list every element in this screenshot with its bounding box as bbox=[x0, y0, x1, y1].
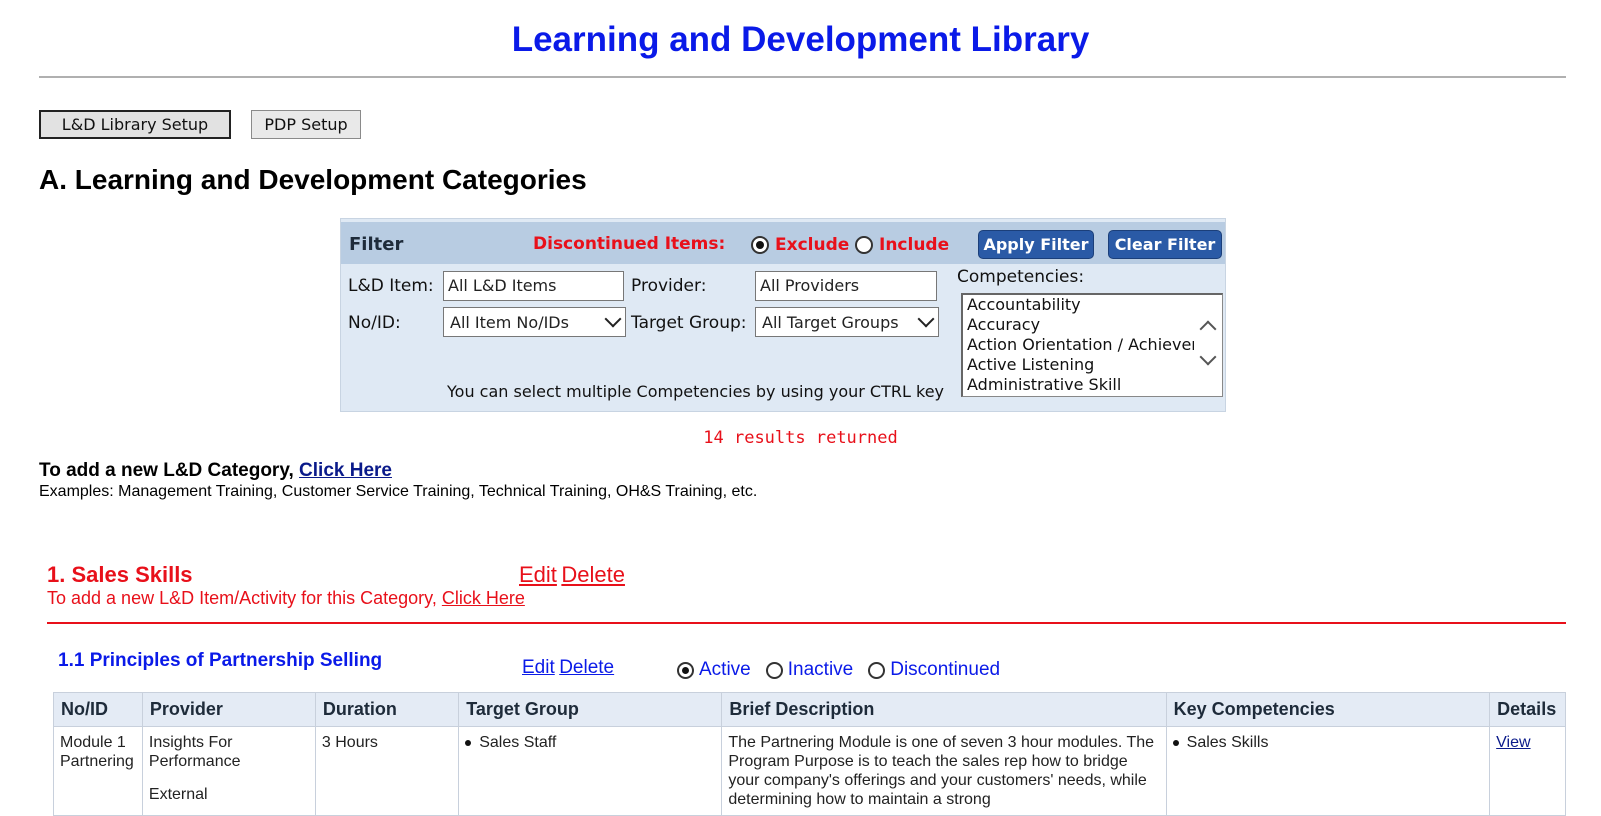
provider-name: Insights For Performance bbox=[148, 734, 241, 770]
target-group-value: Sales Staff bbox=[479, 734, 557, 751]
header-divider bbox=[39, 76, 1566, 78]
discontinued-items-label: Discontinued Items: bbox=[533, 234, 726, 254]
add-item-prefix: To add a new L&D Item/Activity for this … bbox=[47, 588, 437, 608]
active-radio[interactable] bbox=[677, 661, 694, 679]
pdp-setup-button[interactable]: PDP Setup bbox=[251, 110, 361, 139]
clear-filter-button[interactable]: Clear Filter bbox=[1108, 230, 1222, 259]
noid-select-value: All Item No/IDs bbox=[450, 312, 569, 332]
view-details-link[interactable]: View bbox=[1496, 734, 1530, 751]
discontinued-label: Discontinued bbox=[890, 659, 1001, 680]
category-divider bbox=[47, 622, 1566, 624]
list-item[interactable]: Accountability bbox=[963, 295, 1197, 315]
include-label: Include bbox=[879, 235, 950, 255]
items-table: No/ID Provider Duration Target Group Bri… bbox=[53, 692, 1566, 816]
inactive-radio[interactable] bbox=[765, 661, 783, 679]
competency-hint: You can select multiple Competencies by … bbox=[447, 382, 944, 401]
category-title: 1. Sales Skills bbox=[47, 562, 193, 587]
category-delete-link[interactable]: Delete bbox=[561, 562, 625, 587]
col-duration: Duration bbox=[314, 692, 460, 727]
results-count: 14 results returned bbox=[703, 428, 898, 448]
filter-panel: Filter Discontinued Items: Exclude Inclu… bbox=[340, 218, 1226, 412]
category-actions: Edit Delete bbox=[519, 562, 625, 588]
col-noid: No/ID bbox=[53, 692, 143, 727]
filter-header: Filter Discontinued Items: Exclude Inclu… bbox=[341, 222, 1225, 264]
list-item[interactable]: Accuracy bbox=[963, 315, 1197, 335]
provider-type: External bbox=[148, 786, 208, 803]
scroll-up-icon[interactable] bbox=[1199, 320, 1217, 338]
add-item-line: To add a new L&D Item/Activity for this … bbox=[47, 588, 525, 609]
active-label: Active bbox=[699, 659, 751, 680]
inactive-label: Inactive bbox=[787, 659, 854, 680]
filter-label: Filter bbox=[349, 234, 404, 255]
exclude-label: Exclude bbox=[775, 235, 850, 255]
target-group-select-value: All Target Groups bbox=[762, 312, 899, 332]
include-option[interactable]: Include bbox=[855, 235, 949, 255]
provider-label: Provider: bbox=[631, 276, 707, 296]
bullet-icon bbox=[465, 739, 472, 746]
cell-competencies: Sales Skills bbox=[1165, 726, 1491, 816]
item-status-group: Active Inactive Discontinued bbox=[677, 659, 1000, 681]
category-examples: Examples: Management Training, Customer … bbox=[39, 483, 758, 500]
table-header-row: No/ID Provider Duration Target Group Bri… bbox=[53, 692, 1566, 727]
item-edit-link[interactable]: Edit bbox=[522, 657, 555, 678]
exclude-option[interactable]: Exclude bbox=[751, 235, 849, 255]
cell-target-group: Sales Staff bbox=[458, 726, 723, 816]
discontinued-radio[interactable] bbox=[868, 661, 886, 679]
cell-noid: Module 1 Partnering bbox=[53, 726, 143, 816]
add-item-link[interactable]: Click Here bbox=[442, 588, 525, 608]
cell-duration: 3 Hours bbox=[314, 726, 460, 816]
cell-description: The Partnering Module is one of seven 3 … bbox=[721, 726, 1167, 816]
add-category-prefix: To add a new L&D Category, bbox=[39, 460, 294, 481]
noid-label: No/ID: bbox=[348, 313, 401, 333]
add-category-link[interactable]: Click Here bbox=[299, 460, 392, 481]
noid-select[interactable]: All Item No/IDs bbox=[443, 307, 626, 337]
target-group-select[interactable]: All Target Groups bbox=[755, 307, 939, 337]
item-delete-link[interactable]: Delete bbox=[559, 657, 614, 678]
target-group-label: Target Group: bbox=[631, 313, 747, 333]
scroll-down-icon[interactable] bbox=[1199, 348, 1217, 366]
competencies-label: Competencies: bbox=[957, 267, 1085, 287]
col-brief-description: Brief Description bbox=[721, 692, 1167, 727]
chevron-down-icon bbox=[917, 310, 935, 328]
cell-provider: Insights For Performance External bbox=[141, 726, 316, 816]
list-item[interactable]: Active Listening bbox=[963, 355, 1197, 375]
col-details: Details bbox=[1489, 692, 1566, 727]
list-item[interactable]: Action Orientation / Achievemer bbox=[963, 335, 1222, 355]
include-radio[interactable] bbox=[855, 236, 873, 254]
item-actions: Edit Delete bbox=[522, 657, 614, 679]
list-item[interactable]: Administrative Skill bbox=[963, 375, 1197, 395]
competencies-listbox[interactable]: Accountability Accuracy Action Orientati… bbox=[961, 293, 1223, 397]
col-key-competencies: Key Competencies bbox=[1165, 692, 1491, 727]
section-title: A. Learning and Development Categories bbox=[39, 164, 587, 195]
item-title: 1.1 Principles of Partnership Selling bbox=[58, 650, 383, 671]
ld-library-setup-button[interactable]: L&D Library Setup bbox=[39, 110, 231, 139]
category-edit-link[interactable]: Edit bbox=[519, 562, 557, 587]
provider-input[interactable]: All Providers bbox=[755, 271, 937, 301]
col-provider: Provider bbox=[141, 692, 316, 727]
exclude-radio[interactable] bbox=[751, 236, 769, 254]
ld-item-input[interactable]: All L&D Items bbox=[443, 271, 624, 301]
apply-filter-button[interactable]: Apply Filter bbox=[978, 230, 1094, 259]
cell-details: View bbox=[1489, 726, 1566, 816]
ld-item-label: L&D Item: bbox=[348, 276, 434, 296]
table-row: Module 1 Partnering Insights For Perform… bbox=[53, 726, 1566, 816]
add-category-line: To add a new L&D Category, Click Here bbox=[39, 460, 392, 482]
chevron-down-icon bbox=[604, 310, 622, 328]
col-target-group: Target Group bbox=[458, 692, 723, 727]
bullet-icon bbox=[1172, 739, 1179, 746]
page-title: Learning and Development Library bbox=[511, 20, 1090, 59]
listbox-scrollbar[interactable] bbox=[1194, 295, 1222, 395]
competency-value: Sales Skills bbox=[1186, 734, 1269, 751]
